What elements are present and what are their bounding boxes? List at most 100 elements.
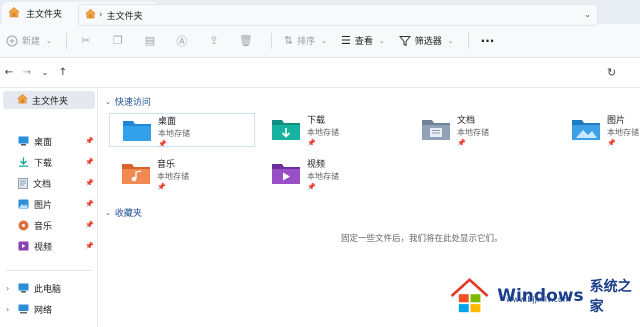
tab-title: 主文件夹 (26, 9, 63, 20)
video-icon (18, 241, 29, 251)
folder-tile-downloads[interactable]: 下载 本地存储 📌 (259, 113, 405, 147)
delete-icon[interactable]: 🗑 (239, 34, 253, 48)
sidebar-item-music[interactable]: 音乐 📌 (0, 216, 98, 234)
folder-tile-pictures[interactable]: 图片 本地存储 📌 (559, 113, 640, 147)
folder-text: 视频 本地存储 📌 (307, 160, 339, 193)
breadcrumb[interactable]: 主文件夹 (107, 9, 143, 22)
sidebar-item-label: 视频 (34, 242, 53, 253)
sidebar-item-network[interactable]: › 网络 (0, 300, 98, 318)
forward-arrow-icon[interactable]: → (18, 67, 36, 78)
expand-chevron-icon[interactable]: › (6, 305, 9, 314)
empty-favorites-message: 固定一些文件后，我们将在此处显示它们。 (341, 234, 503, 244)
folder-location: 本地存储 (307, 172, 339, 181)
desktop-folder-icon (123, 121, 151, 141)
section-title: 收藏夹 (114, 209, 142, 219)
document-icon (18, 177, 28, 189)
filter-label: 筛选器 (414, 37, 442, 47)
watermark: Windows 系统之家 www.bjjmlv.com (448, 274, 640, 318)
chevron-down-icon: ⌄ (321, 36, 327, 45)
new-button[interactable]: 新建 ⌄ (6, 34, 52, 47)
filter-button[interactable]: 筛选器 ⌄ (398, 34, 454, 47)
share-icon[interactable]: ⇪ (207, 34, 221, 48)
more-options-button[interactable]: ··· (481, 34, 495, 48)
view-button[interactable]: ☰ 查看 ⌄ (341, 34, 385, 47)
new-label: 新建 (22, 37, 41, 47)
music-icon (18, 220, 29, 230)
address-box[interactable]: › 主文件夹 ⌄ (78, 4, 598, 26)
paste-icon[interactable]: ▤ (143, 34, 157, 48)
pc-icon (18, 283, 29, 293)
folder-text: 下载 本地存储 📌 (307, 116, 339, 149)
refresh-icon[interactable]: ↻ (607, 66, 616, 79)
favorites-header[interactable]: ⌄ 收藏夹 (105, 206, 142, 220)
sidebar-item-home[interactable]: 主文件夹 (3, 91, 95, 109)
pin-icon: 📌 (457, 139, 466, 147)
sidebar-item-downloads[interactable]: 下载 📌 (0, 153, 98, 171)
rename-icon[interactable]: Ⓐ (175, 34, 189, 48)
sort-button[interactable]: ⇅ 排序 ⌄ (284, 34, 327, 47)
divider (467, 32, 469, 49)
sidebar-item-this-pc[interactable]: › 此电脑 (0, 279, 98, 297)
up-arrow-icon[interactable]: ↑ (54, 67, 72, 78)
plus-circle-icon (6, 35, 18, 46)
watermark-site: 系统之家 (589, 279, 632, 315)
sidebar-item-documents[interactable]: 文档 📌 (0, 174, 98, 192)
divider (6, 270, 92, 271)
sidebar-item-videos[interactable]: 视频 📌 (0, 237, 98, 255)
navigation-pane: 主文件夹 桌面 📌 下载 📌 文档 📌 图片 📌 音乐 📌 视频 📌 › 此电脑… (0, 88, 98, 327)
divider (270, 32, 272, 49)
address-dropdown-icon[interactable]: ⌄ (584, 10, 591, 19)
folder-tile-videos[interactable]: 视频 本地存储 📌 (259, 157, 405, 191)
sidebar-item-pictures[interactable]: 图片 📌 (0, 195, 98, 213)
sidebar-item-label: 图片 (34, 200, 53, 211)
folder-name: 图片 (607, 116, 626, 126)
cut-icon[interactable]: ✂ (79, 34, 93, 48)
sidebar-item-label: 桌面 (34, 137, 53, 148)
collapse-chevron-icon: ⌄ (105, 97, 111, 106)
download-folder-icon (272, 120, 300, 140)
folder-tile-documents[interactable]: 文档 本地存储 📌 (409, 113, 555, 147)
folder-name: 视频 (307, 160, 326, 170)
folder-location: 本地存储 (457, 128, 489, 137)
section-title: 快速访问 (114, 98, 151, 108)
sidebar-item-label: 此电脑 (34, 284, 62, 295)
network-icon (18, 304, 29, 314)
pin-icon: 📌 (85, 137, 94, 145)
home-icon (85, 8, 96, 22)
picture-icon (18, 199, 29, 209)
sort-label: 排序 (297, 37, 316, 47)
command-bar: 新建 ⌄ ✂ ❐ ▤ Ⓐ ⇪ 🗑 ⇅ 排序 ⌄ ☰ 查看 ⌄ 筛选器 ⌄ ··· (0, 24, 640, 58)
divider (65, 32, 67, 49)
sidebar-item-label: 主文件夹 (32, 96, 69, 107)
quick-access-header[interactable]: ⌄ 快速访问 (105, 95, 151, 109)
pin-icon: 📌 (607, 139, 616, 147)
folder-location: 本地存储 (158, 129, 190, 138)
windows-logo-icon (450, 277, 489, 313)
sidebar-item-label: 网络 (34, 305, 53, 316)
sidebar-item-desktop[interactable]: 桌面 📌 (0, 132, 98, 150)
music-folder-icon (122, 164, 150, 184)
folder-tile-music[interactable]: 音乐 本地存储 📌 (109, 157, 255, 191)
back-arrow-icon[interactable]: ← (0, 67, 18, 78)
folder-tile-desktop[interactable]: 桌面 本地存储 📌 (109, 113, 255, 150)
folder-text: 桌面 本地存储 📌 (158, 117, 190, 150)
folder-location: 本地存储 (607, 128, 639, 137)
pictures-folder-icon (572, 120, 600, 140)
documents-folder-icon (422, 120, 450, 140)
folder-text: 图片 本地存储 📌 (607, 116, 639, 149)
folder-name: 音乐 (157, 160, 176, 170)
expand-chevron-icon[interactable]: › (6, 284, 9, 293)
folder-location: 本地存储 (307, 128, 339, 137)
folder-text: 音乐 本地存储 📌 (157, 160, 189, 193)
breadcrumb-separator: › (99, 10, 103, 20)
pin-icon: 📌 (85, 242, 94, 250)
desktop-icon (18, 136, 29, 146)
copy-icon[interactable]: ❐ (111, 34, 125, 48)
pin-icon: 📌 (157, 183, 166, 191)
collapse-chevron-icon: ⌄ (105, 208, 111, 217)
chevron-down-icon: ⌄ (447, 36, 454, 45)
pin-icon: 📌 (85, 158, 94, 166)
watermark-url: www.bjjmlv.com (506, 295, 571, 304)
chevron-down-icon: ⌄ (378, 36, 385, 45)
recent-chevron-icon[interactable]: ⌄ (36, 68, 54, 77)
